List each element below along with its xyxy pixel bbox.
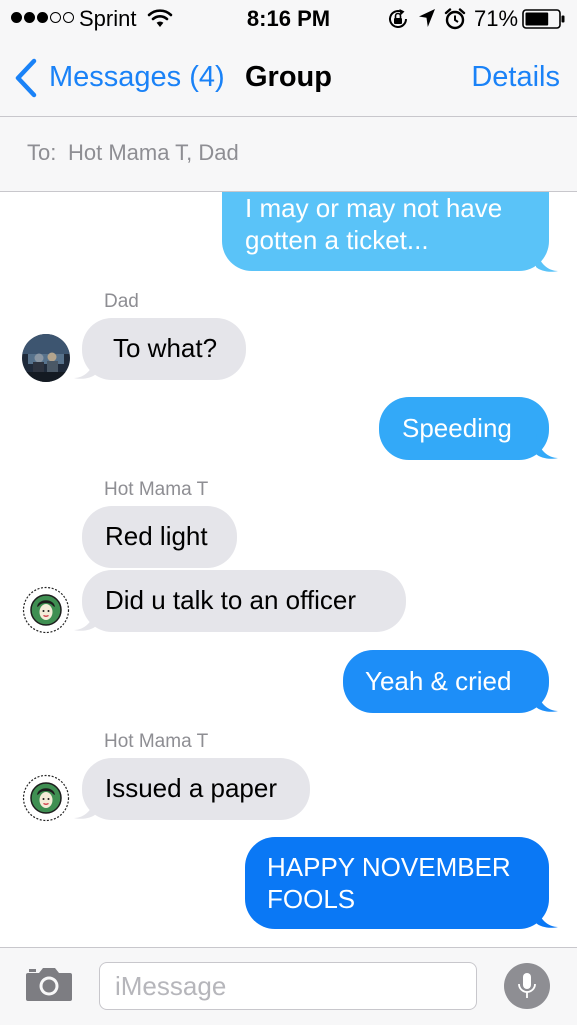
status-bar: Sprint 8:16 PM 71% xyxy=(0,0,577,40)
battery-icon xyxy=(522,9,565,29)
message-text: FOOLS xyxy=(267,884,356,914)
bubble-tail xyxy=(536,247,558,272)
back-chevron-icon[interactable] xyxy=(14,58,38,98)
avatar-dad[interactable] xyxy=(22,334,70,382)
avatar-logo xyxy=(22,586,70,634)
conversation-thread[interactable]: I may or may not have gotten a ticket...… xyxy=(0,192,577,947)
location-icon xyxy=(419,9,435,27)
sent-message-bubble[interactable]: Speeding xyxy=(379,397,549,460)
sent-message-bubble[interactable]: Yeah & cried xyxy=(343,650,549,713)
bubble-tail xyxy=(536,687,558,712)
sent-message-bubble[interactable]: HAPPY NOVEMBER FOOLS xyxy=(245,837,549,929)
rotation-lock-icon xyxy=(389,9,407,28)
message-text: Yeah & cried xyxy=(365,666,512,696)
avatar-logo xyxy=(22,774,70,822)
message-text: gotten a ticket... xyxy=(245,225,429,255)
message-text: To what? xyxy=(113,333,218,363)
alarm-icon xyxy=(444,8,466,30)
battery-percentage: 71% xyxy=(474,6,519,31)
message-text: Speeding xyxy=(402,413,512,443)
message-text: I may or may not have xyxy=(245,193,503,223)
received-message-bubble[interactable]: Did u talk to an officer xyxy=(82,570,406,632)
sender-name: Dad xyxy=(104,291,139,312)
message-text: Red light xyxy=(105,521,208,551)
received-message-bubble[interactable]: To what? xyxy=(82,318,246,380)
received-message-bubble[interactable]: Red light xyxy=(82,506,237,568)
avatar-photo xyxy=(22,334,70,382)
message-text: Issued a paper xyxy=(105,773,278,803)
bubble-tail xyxy=(74,606,96,631)
message-text: Did u talk to an officer xyxy=(105,585,356,615)
page-title: Group xyxy=(245,61,332,93)
sent-message-bubble[interactable]: I may or may not have gotten a ticket... xyxy=(222,192,549,271)
microphone-button[interactable] xyxy=(504,963,550,1009)
bubble-tail xyxy=(74,794,96,819)
bubble-tail xyxy=(74,354,96,379)
recipients-list[interactable]: Hot Mama T, Dad xyxy=(68,139,239,167)
message-text: HAPPY NOVEMBER xyxy=(267,852,511,882)
bubble-tail xyxy=(536,903,558,928)
bubble-tail xyxy=(536,434,558,459)
navigation-bar: Messages (4) Group Details xyxy=(0,40,577,117)
sender-name: Hot Mama T xyxy=(104,731,209,752)
details-button[interactable]: Details xyxy=(471,59,560,95)
recipients-label: To: xyxy=(27,140,57,165)
message-input[interactable] xyxy=(99,962,477,1010)
received-message-bubble[interactable]: Issued a paper xyxy=(82,758,310,820)
camera-icon[interactable] xyxy=(25,966,73,1002)
recipients-bar[interactable]: To: Hot Mama T, Dad xyxy=(0,117,577,192)
message-composer xyxy=(0,947,577,1025)
back-button[interactable]: Messages (4) xyxy=(49,59,225,95)
avatar-hot-mama-t[interactable] xyxy=(22,774,70,822)
avatar-hot-mama-t[interactable] xyxy=(22,586,70,634)
sender-name: Hot Mama T xyxy=(104,479,209,500)
microphone-icon xyxy=(518,973,536,998)
